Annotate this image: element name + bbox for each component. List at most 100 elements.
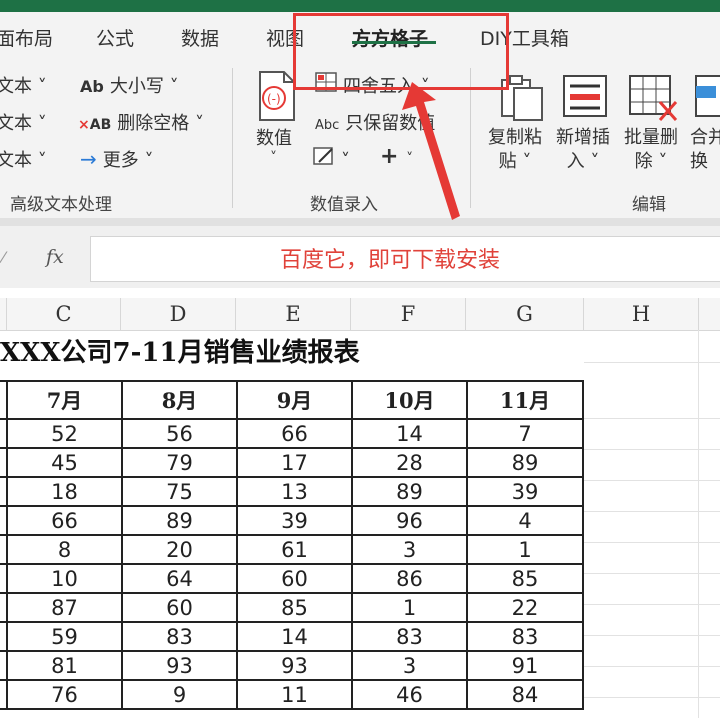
table-cell[interactable]: 20 bbox=[121, 534, 238, 565]
table-cell[interactable]: 89 bbox=[466, 447, 584, 478]
case-button[interactable]: Ab 大小写 ˅ bbox=[80, 72, 179, 98]
table-cell[interactable]: 60 bbox=[121, 592, 238, 623]
insert-button[interactable]: 新增插 入 ˅ bbox=[556, 126, 610, 174]
table-header-cell[interactable]: 10月 bbox=[351, 380, 468, 420]
table-header-cell[interactable]: 11月 bbox=[466, 380, 584, 420]
more-button[interactable]: → 更多 ˅ bbox=[80, 146, 154, 172]
annotation-arrow-icon bbox=[402, 82, 460, 220]
table-cell[interactable]: 76 bbox=[6, 679, 123, 710]
table-cell[interactable] bbox=[0, 380, 8, 420]
column-header-c[interactable]: C bbox=[7, 298, 121, 331]
table-cell[interactable]: 11 bbox=[236, 679, 353, 710]
table-cell[interactable] bbox=[0, 650, 8, 681]
table-cell[interactable]: 14 bbox=[351, 418, 468, 449]
numeric-button[interactable]: (-) bbox=[256, 70, 296, 126]
gridline bbox=[584, 362, 720, 363]
column-header-b[interactable] bbox=[0, 298, 7, 331]
table-cell[interactable] bbox=[0, 534, 8, 565]
table-cell[interactable]: 22 bbox=[466, 592, 584, 623]
merge-label: 合并 bbox=[690, 127, 720, 148]
tab-page-layout[interactable]: 面布局 bbox=[0, 24, 53, 51]
table-cell[interactable]: 8 bbox=[6, 534, 123, 565]
table-cell[interactable]: 83 bbox=[121, 621, 238, 652]
gridline bbox=[584, 542, 720, 543]
table-cell[interactable] bbox=[0, 476, 8, 507]
table-cell[interactable]: 89 bbox=[351, 476, 468, 507]
table-cell[interactable]: 85 bbox=[236, 592, 353, 623]
table-cell[interactable]: 1 bbox=[351, 592, 468, 623]
text-dropdown-3[interactable]: 文本 ˅ bbox=[0, 146, 47, 172]
tab-data[interactable]: 数据 bbox=[181, 24, 219, 51]
table-cell[interactable]: 18 bbox=[6, 476, 123, 507]
table-cell[interactable]: 60 bbox=[236, 563, 353, 594]
table-cell[interactable]: 93 bbox=[236, 650, 353, 681]
table-cell[interactable]: 9 bbox=[121, 679, 238, 710]
copy-paste-label: 复制粘 bbox=[488, 127, 542, 148]
table-cell[interactable]: 85 bbox=[466, 563, 584, 594]
table-cell[interactable]: 81 bbox=[6, 650, 123, 681]
tab-formulas[interactable]: 公式 bbox=[96, 24, 134, 51]
edit-dropdown-button[interactable]: ˅ bbox=[313, 146, 350, 171]
table-cell[interactable]: 1 bbox=[466, 534, 584, 565]
table-cell[interactable] bbox=[0, 679, 8, 710]
table-cell[interactable]: 52 bbox=[6, 418, 123, 449]
table-cell[interactable] bbox=[0, 621, 8, 652]
table-cell[interactable]: 64 bbox=[121, 563, 238, 594]
table-header-row: 7月 8月 9月 10月 11月 bbox=[0, 380, 584, 420]
table-cell[interactable]: 79 bbox=[121, 447, 238, 478]
table-cell[interactable]: 61 bbox=[236, 534, 353, 565]
table-cell[interactable]: 28 bbox=[351, 447, 468, 478]
column-header-d[interactable]: D bbox=[121, 298, 236, 331]
table-cell[interactable]: 66 bbox=[236, 418, 353, 449]
column-header-i[interactable] bbox=[699, 298, 720, 331]
column-header-e[interactable]: E bbox=[236, 298, 351, 331]
table-cell[interactable]: 84 bbox=[466, 679, 584, 710]
table-cell[interactable]: 3 bbox=[351, 650, 468, 681]
text-dropdown-1[interactable]: 文本 ˅ bbox=[0, 72, 47, 98]
table-cell[interactable]: 3 bbox=[351, 534, 468, 565]
delete-space-button[interactable]: ×AB 删除空格 ˅ bbox=[78, 109, 204, 135]
table-cell[interactable]: 56 bbox=[121, 418, 238, 449]
table-cell[interactable] bbox=[0, 418, 8, 449]
table-header-cell[interactable]: 7月 bbox=[6, 380, 123, 420]
table-cell[interactable]: 10 bbox=[6, 563, 123, 594]
column-header-h[interactable]: H bbox=[584, 298, 699, 331]
fx-icon[interactable]: fx bbox=[46, 246, 64, 268]
table-cell[interactable]: 75 bbox=[121, 476, 238, 507]
column-header-f[interactable]: F bbox=[351, 298, 466, 331]
batch-delete-button[interactable]: 批量删 除 ˅ bbox=[624, 126, 678, 174]
table-cell[interactable]: 89 bbox=[121, 505, 238, 536]
table-cell[interactable]: 83 bbox=[466, 621, 584, 652]
copy-paste-button[interactable]: 复制粘 贴 ˅ bbox=[488, 126, 542, 174]
table-cell[interactable]: 14 bbox=[236, 621, 353, 652]
name-box-edge: ⁄ bbox=[2, 248, 5, 267]
table-cell[interactable]: 7 bbox=[466, 418, 584, 449]
sheet-title[interactable]: XXX公司7-11月销售业绩报表 bbox=[0, 332, 360, 369]
table-cell[interactable] bbox=[0, 505, 8, 536]
table-cell[interactable]: 96 bbox=[351, 505, 468, 536]
table-cell[interactable]: 83 bbox=[351, 621, 468, 652]
table-cell[interactable] bbox=[0, 563, 8, 594]
table-cell[interactable]: 86 bbox=[351, 563, 468, 594]
column-header-g[interactable]: G bbox=[466, 298, 584, 331]
table-cell[interactable] bbox=[0, 447, 8, 478]
table-cell[interactable]: 4 bbox=[466, 505, 584, 536]
table-header-cell[interactable]: 9月 bbox=[236, 380, 353, 420]
table-cell[interactable]: 87 bbox=[6, 592, 123, 623]
table-cell[interactable] bbox=[0, 592, 8, 623]
text-dropdown-2[interactable]: 文本 ˅ bbox=[0, 109, 47, 135]
table-cell[interactable]: 46 bbox=[351, 679, 468, 710]
table-cell[interactable]: 93 bbox=[121, 650, 238, 681]
table-cell[interactable]: 39 bbox=[466, 476, 584, 507]
table-header-cell[interactable]: 8月 bbox=[121, 380, 238, 420]
table-cell[interactable]: 66 bbox=[6, 505, 123, 536]
group-label-edit: 编辑 bbox=[632, 195, 666, 215]
table-cell[interactable]: 17 bbox=[236, 447, 353, 478]
table-cell[interactable]: 13 bbox=[236, 476, 353, 507]
table-cell[interactable]: 59 bbox=[6, 621, 123, 652]
table-cell[interactable]: 91 bbox=[466, 650, 584, 681]
table-cell[interactable]: 39 bbox=[236, 505, 353, 536]
table-row: 8 20 61 3 1 bbox=[0, 534, 584, 565]
merge-button[interactable]: 合并 换 bbox=[690, 126, 720, 174]
table-cell[interactable]: 45 bbox=[6, 447, 123, 478]
